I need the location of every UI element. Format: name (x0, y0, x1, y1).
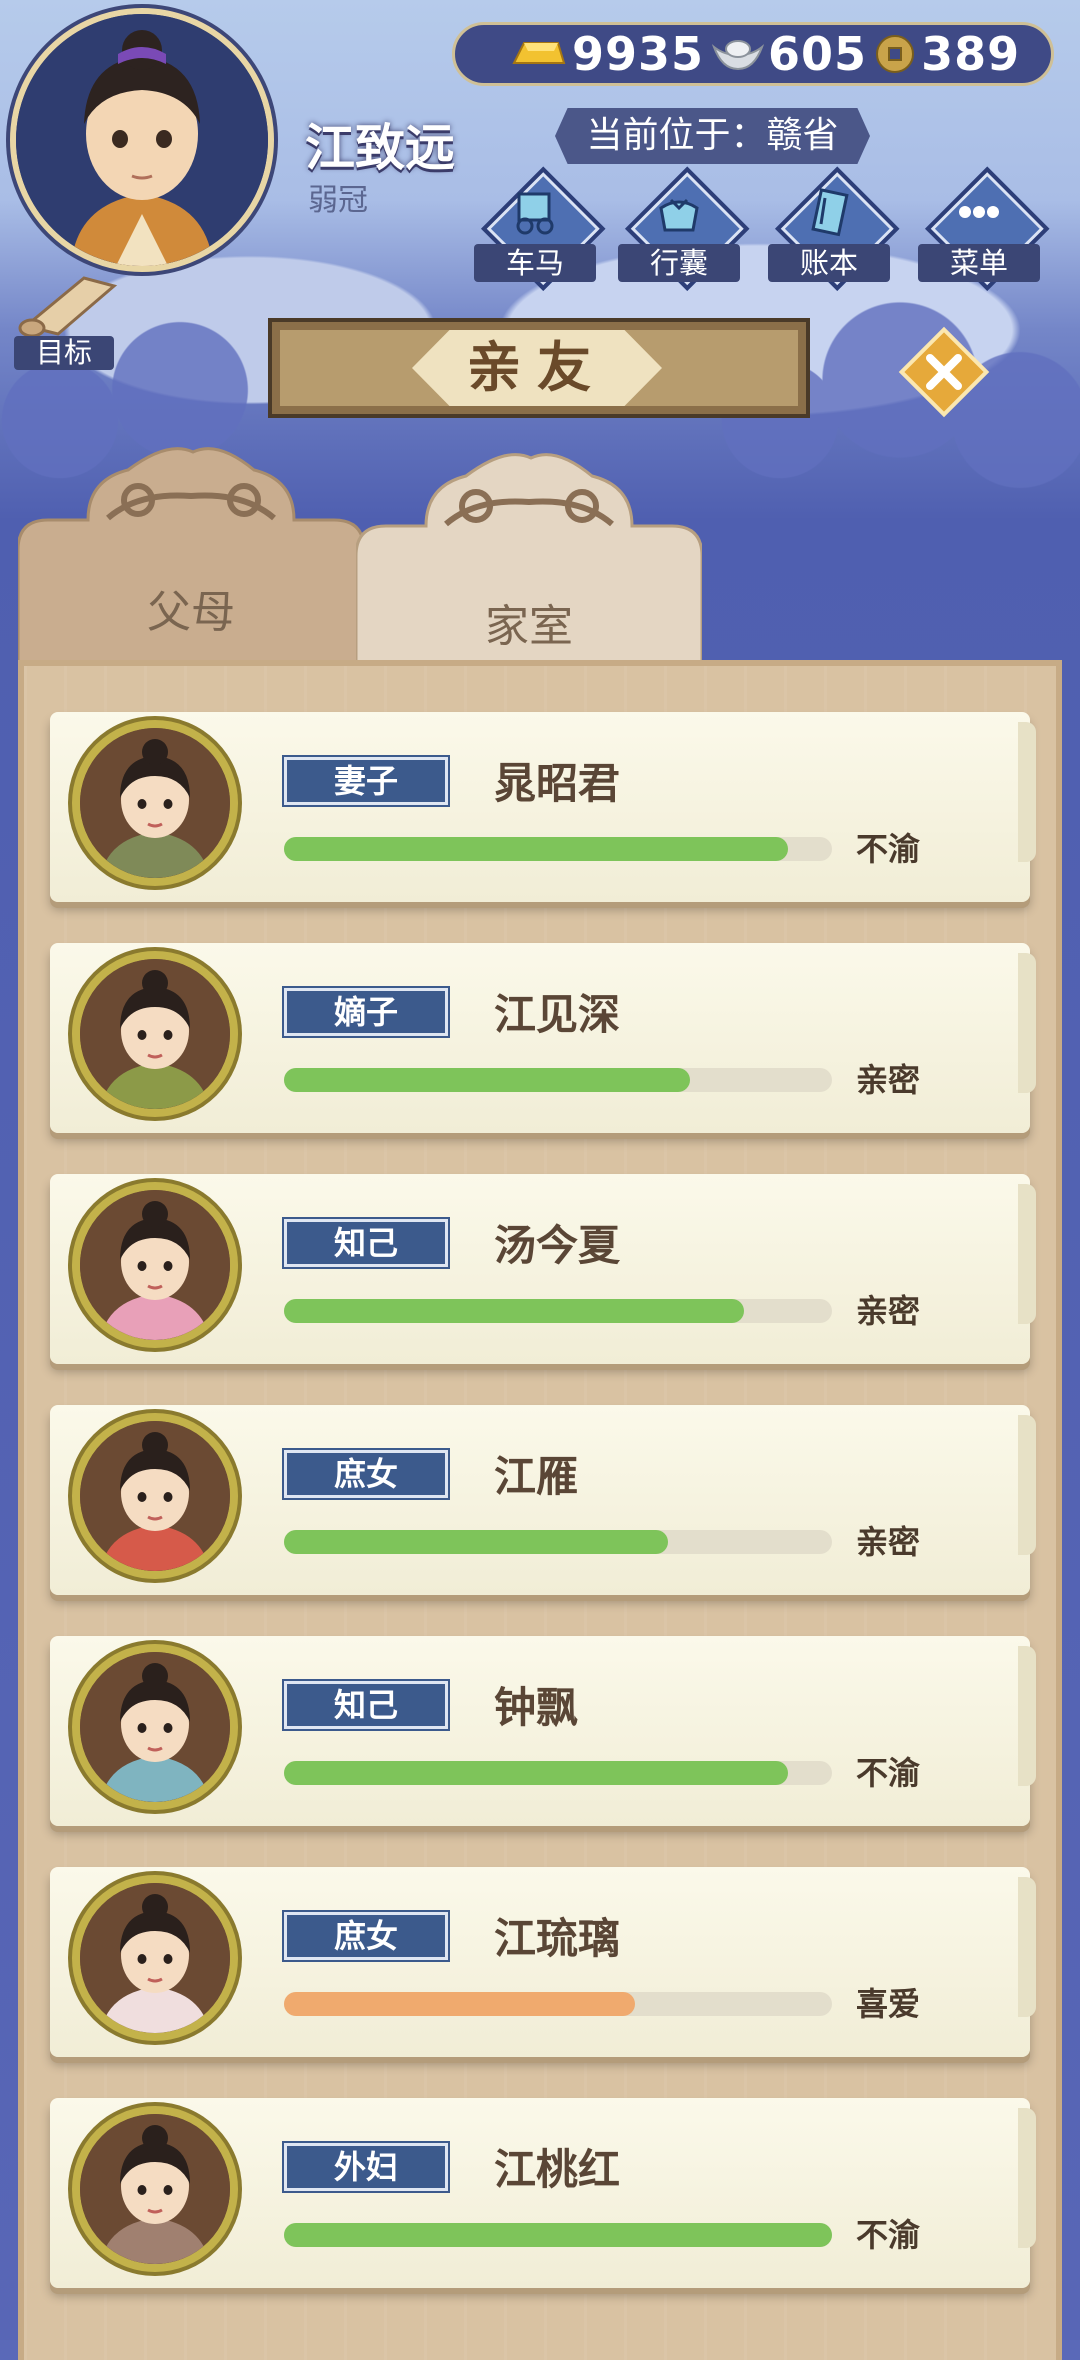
relative-avatar-icon (80, 2114, 230, 2264)
relation-tag: 庶女 (284, 1450, 448, 1498)
relative-name: 江见深 (494, 990, 621, 1039)
relative-portrait (72, 1875, 238, 2041)
affection-bar-fill (284, 2223, 832, 2247)
relative-portrait (72, 2106, 238, 2272)
goal-label: 目标 (14, 336, 114, 370)
relative-portrait (72, 951, 238, 1117)
relative-card[interactable]: 嫡子 江见深 亲密 (50, 943, 1036, 1133)
player-portrait-icon (16, 14, 268, 266)
affection-bar (284, 837, 832, 861)
nav-carriage-label: 车马 (474, 244, 596, 282)
coin-value: 389 (921, 27, 1021, 81)
tab-parents[interactable]: 父母 (18, 440, 364, 665)
relative-name: 汤今夏 (494, 1221, 621, 1270)
affection-status: 不渝 (856, 2216, 921, 2254)
affection-bar-fill (284, 1299, 745, 1323)
page-title: 亲友 (412, 330, 662, 406)
close-icon (898, 326, 990, 418)
relative-name: 江琉璃 (494, 1914, 621, 1963)
player-avatar[interactable] (10, 8, 274, 272)
ledger-icon (811, 188, 849, 237)
affection-bar (284, 2223, 832, 2247)
relative-card[interactable]: 知己 汤今夏 亲密 (50, 1174, 1036, 1364)
nav-bundle-label: 行囊 (618, 244, 740, 282)
affection-bar-fill (284, 1530, 668, 1554)
affection-status: 不渝 (856, 830, 921, 868)
goal-button[interactable]: 目标 (14, 276, 124, 370)
affection-status: 亲密 (856, 1523, 921, 1561)
relative-card[interactable]: 庶女 江琉璃 喜爱 (50, 1867, 1036, 2057)
affection-bar-fill (284, 837, 789, 861)
coin-counter: 389 (875, 27, 1020, 81)
copper-coin-icon (876, 35, 915, 73)
gold-ingot-icon (512, 42, 566, 64)
relative-name: 钟飘 (494, 1683, 579, 1732)
gold-counter: 9935 (510, 27, 704, 81)
relative-portrait (72, 1644, 238, 1810)
tab-household-label: 家室 (485, 601, 573, 652)
affection-bar (284, 1068, 832, 1092)
relative-avatar-icon (80, 1883, 230, 2033)
relative-avatar-icon (80, 728, 230, 878)
scroll-icon (18, 276, 118, 338)
relation-tag: 知己 (284, 1219, 448, 1267)
relative-avatar-icon (80, 1652, 230, 1802)
relative-portrait (72, 1182, 238, 1348)
relation-tag: 庶女 (284, 1912, 448, 1960)
nav-menu-label: 菜单 (918, 244, 1040, 282)
relative-card[interactable]: 庶女 江雁 亲密 (50, 1405, 1036, 1595)
relative-avatar-icon (80, 1421, 230, 1571)
affection-bar (284, 1299, 832, 1323)
player-age-title: 弱冠 (308, 183, 368, 218)
gold-value: 9935 (572, 27, 705, 81)
relative-card[interactable]: 外妇 江桃红 不渝 (50, 2098, 1036, 2288)
player-name: 江致远 (305, 119, 455, 177)
relative-portrait (72, 1413, 238, 1579)
close-button[interactable] (897, 325, 991, 419)
relative-name: 晁昭君 (494, 759, 621, 808)
bundle-icon (659, 198, 699, 232)
affection-status: 喜爱 (856, 1985, 921, 2023)
relative-name: 江雁 (494, 1452, 579, 1501)
carriage-icon (516, 192, 554, 235)
relative-card[interactable]: 知己 钟飘 不渝 (50, 1636, 1036, 1826)
relative-avatar-icon (80, 959, 230, 1109)
currency-bar: 9935 605 389 (452, 22, 1054, 86)
relation-tag: 知己 (284, 1681, 448, 1729)
title-banner: 亲友 (268, 318, 810, 418)
relation-tag: 外妇 (284, 2143, 448, 2191)
affection-bar (284, 1761, 832, 1785)
menu-dots-icon (959, 206, 999, 218)
relative-name: 江桃红 (494, 2145, 621, 2194)
relation-tag: 嫡子 (284, 988, 448, 1036)
relative-portrait (72, 720, 238, 886)
affection-bar (284, 1530, 832, 1554)
affection-bar (284, 1992, 832, 2016)
tab-parents-label: 父母 (147, 587, 235, 638)
relative-avatar-icon (80, 1190, 230, 1340)
location-label: 当前位于：赣省 (555, 108, 870, 164)
relative-card[interactable]: 妻子 晁昭君 不渝 (50, 712, 1036, 902)
nav-menu-button[interactable]: 菜单 (918, 166, 1050, 291)
affection-status: 亲密 (856, 1292, 921, 1330)
relation-tag: 妻子 (284, 757, 448, 805)
silver-value: 605 (768, 27, 868, 81)
nav-ledger-button[interactable]: 账本 (768, 166, 900, 291)
affection-bar-fill (284, 1992, 635, 2016)
tab-household[interactable]: 家室 (356, 452, 702, 674)
affection-status: 不渝 (856, 1754, 921, 1792)
affection-bar-fill (284, 1068, 690, 1092)
affection-bar-fill (284, 1761, 789, 1785)
nav-carriage-button[interactable]: 车马 (474, 166, 606, 291)
affection-status: 亲密 (856, 1061, 921, 1099)
silver-counter: 605 (712, 27, 867, 81)
nav-bundle-button[interactable]: 行囊 (618, 166, 750, 291)
silver-ingot-icon (712, 40, 765, 71)
nav-ledger-label: 账本 (768, 244, 890, 282)
